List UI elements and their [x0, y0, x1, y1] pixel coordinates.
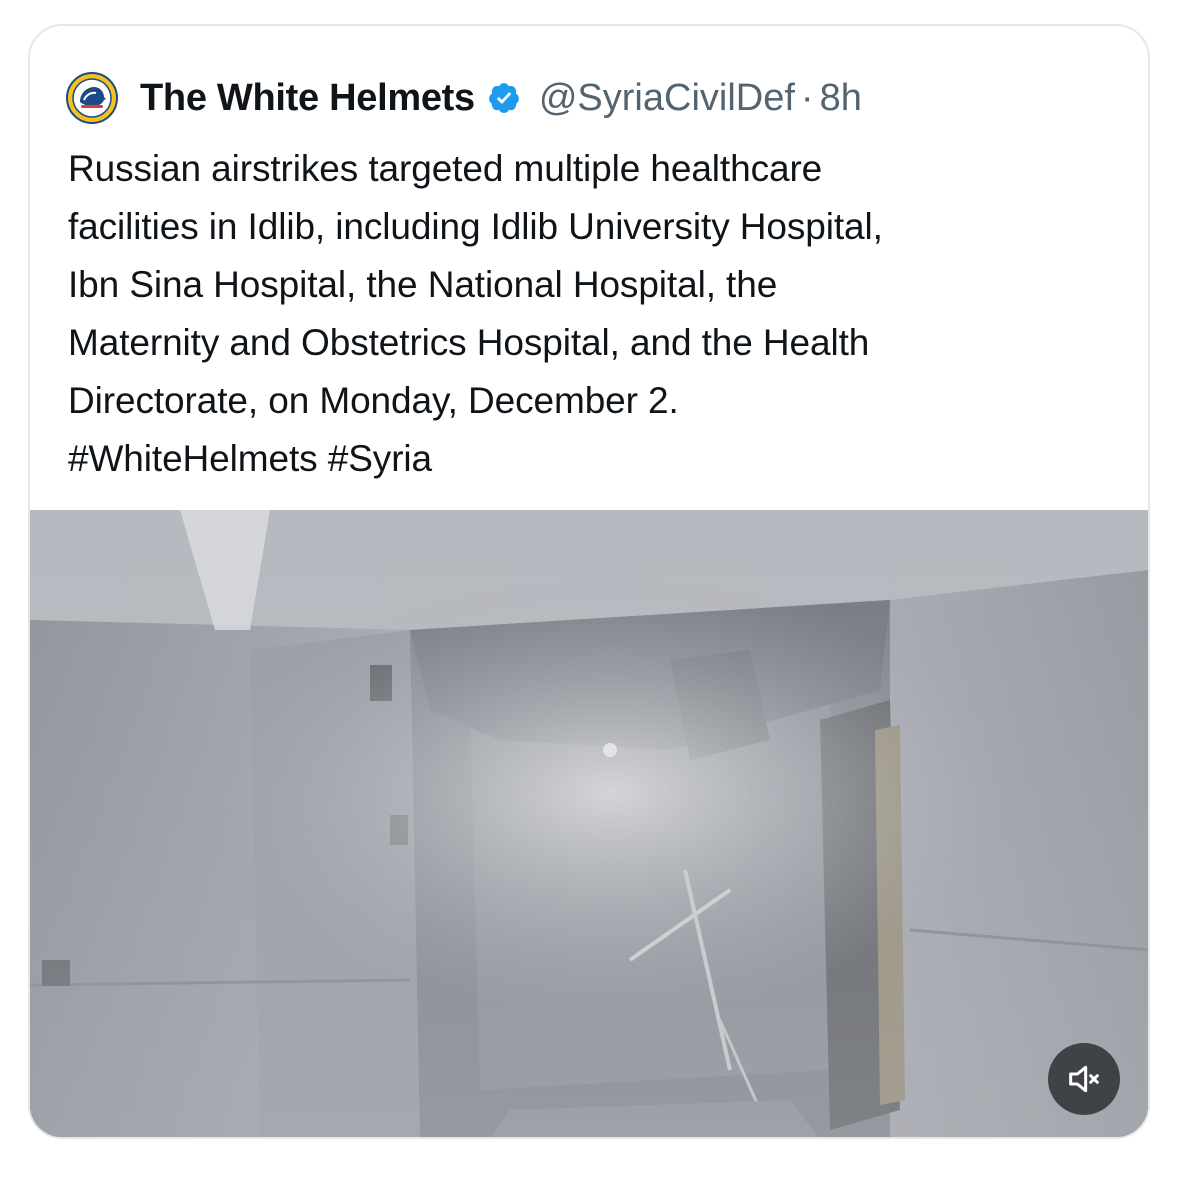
tweet-video[interactable] — [30, 510, 1148, 1137]
tweet-timestamp[interactable]: 8h — [820, 77, 862, 120]
tweet-text: Russian airstrikes targeted multiple hea… — [68, 148, 883, 479]
author-handle[interactable]: @SyriaCivilDef — [539, 77, 795, 120]
video-frame — [30, 510, 1148, 1137]
author-display-name[interactable]: The White Helmets — [140, 77, 475, 120]
verified-badge-icon — [488, 83, 519, 114]
speaker-muted-icon — [1069, 1065, 1099, 1093]
separator-dot: · — [800, 76, 814, 119]
tweet-header: The White Helmets @SyriaCivilDef · 8h — [66, 68, 862, 128]
mute-toggle-button[interactable] — [1048, 1043, 1120, 1115]
white-helmets-logo-icon — [66, 72, 118, 124]
avatar[interactable] — [66, 72, 118, 124]
tweet-card[interactable]: The White Helmets @SyriaCivilDef · 8h Ru… — [28, 24, 1150, 1139]
